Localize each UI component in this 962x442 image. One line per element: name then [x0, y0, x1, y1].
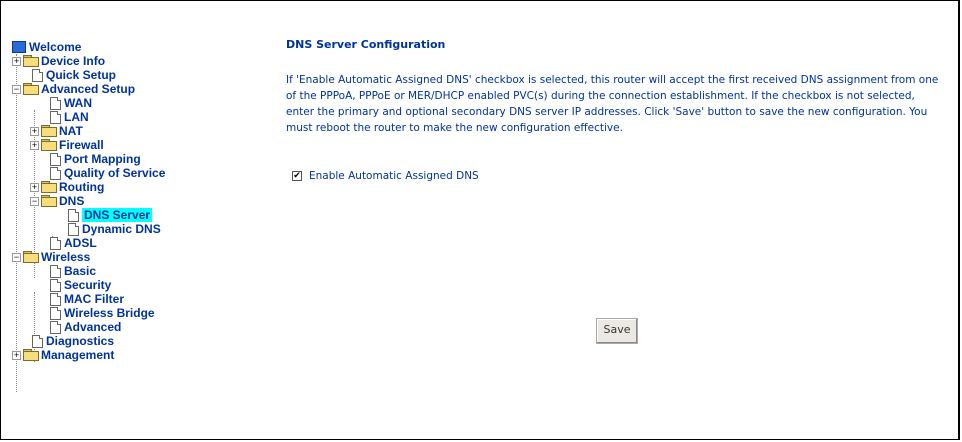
tree-item-label: Basic — [64, 264, 97, 278]
document-icon — [50, 110, 61, 124]
tree-item-label: Advanced Setup — [41, 82, 136, 96]
tree-item-label: Quick Setup — [46, 68, 117, 82]
tree-item-label: Port Mapping — [64, 152, 141, 166]
expand-plus-icon[interactable]: + — [30, 126, 39, 136]
tree-item-lan[interactable]: LAN — [50, 110, 89, 124]
tree-item-label: LAN — [64, 110, 89, 124]
page-description: If 'Enable Automatic Assigned DNS' check… — [286, 74, 939, 134]
enable-auto-dns-option[interactable]: ✔ Enable Automatic Assigned DNS — [292, 170, 479, 182]
main-content: DNS Server Configuration If 'Enable Auto… — [286, 38, 938, 182]
tree-item-welcome[interactable]: Welcome — [12, 40, 81, 54]
tree-item-label: NAT — [59, 124, 83, 138]
tree-item-basic[interactable]: Basic — [50, 264, 96, 278]
tree-item-label: DNS — [59, 194, 85, 208]
tree-item-advanced[interactable]: Advanced — [50, 320, 121, 334]
document-icon — [50, 96, 61, 110]
document-icon — [32, 68, 43, 82]
tree-item-label: WAN — [64, 96, 92, 110]
tree-item-management[interactable]: + Management — [12, 348, 114, 362]
tree-item-firewall[interactable]: + Firewall — [30, 138, 104, 152]
tree-item-dns-server[interactable]: DNS Server — [68, 208, 153, 222]
tree-line — [16, 54, 17, 392]
document-icon — [50, 236, 61, 250]
tree-item-adsl[interactable]: ADSL — [50, 236, 97, 250]
tree-item-diagnostics[interactable]: Diagnostics — [32, 334, 114, 348]
tree-item-label: Dynamic DNS — [82, 222, 161, 236]
tree-item-wireless[interactable]: − Wireless — [12, 250, 90, 264]
document-icon — [50, 278, 61, 292]
tree-item-security[interactable]: Security — [50, 278, 111, 292]
expand-plus-icon[interactable]: + — [12, 56, 21, 66]
tree-item-port-mapping[interactable]: Port Mapping — [50, 152, 141, 166]
tree-item-routing[interactable]: + Routing — [30, 180, 104, 194]
tree-item-label: Quality of Service — [64, 166, 166, 180]
save-button[interactable]: Save — [596, 318, 638, 344]
tree-item-advanced-setup[interactable]: − Advanced Setup — [12, 82, 135, 96]
tree-item-label: Diagnostics — [46, 334, 115, 348]
tree-item-qos[interactable]: Quality of Service — [50, 166, 165, 180]
tree-item-dns[interactable]: − DNS — [30, 194, 84, 208]
open-folder-icon — [23, 83, 39, 95]
tree-item-label-selected: DNS Server — [82, 208, 153, 222]
computer-icon — [12, 41, 26, 53]
document-icon — [50, 264, 61, 278]
document-icon — [50, 320, 61, 334]
tree-item-quick-setup[interactable]: Quick Setup — [32, 68, 116, 82]
collapse-minus-icon[interactable]: − — [12, 252, 21, 262]
document-icon — [68, 208, 79, 222]
collapse-minus-icon[interactable]: − — [12, 84, 21, 94]
tree-item-label: Welcome — [29, 40, 82, 54]
tree-item-wan[interactable]: WAN — [50, 96, 92, 110]
expand-plus-icon[interactable]: + — [30, 140, 39, 150]
collapse-minus-icon[interactable]: − — [30, 196, 39, 206]
tree-item-nat[interactable]: + NAT — [30, 124, 83, 138]
tree-item-label: ADSL — [64, 236, 97, 250]
folder-icon — [23, 55, 39, 67]
folder-icon — [23, 349, 39, 361]
tree-item-label: Wireless Bridge — [64, 306, 155, 320]
document-icon — [50, 166, 61, 180]
open-folder-icon — [23, 251, 39, 263]
tree-item-label: Advanced — [64, 320, 122, 334]
tree-item-label: Routing — [59, 180, 105, 194]
document-icon — [32, 334, 43, 348]
expand-plus-icon[interactable]: + — [30, 182, 39, 192]
open-folder-icon — [41, 195, 57, 207]
document-icon — [50, 306, 61, 320]
tree-item-mac-filter[interactable]: MAC Filter — [50, 292, 124, 306]
tree-item-label: Firewall — [59, 138, 104, 152]
checkbox-label: Enable Automatic Assigned DNS — [309, 170, 479, 182]
tree-item-device-info[interactable]: + Device Info — [12, 54, 105, 68]
tree-item-label: Wireless — [41, 250, 91, 264]
document-icon — [68, 222, 79, 236]
tree-item-label: Device Info — [41, 54, 106, 68]
document-icon — [50, 152, 61, 166]
tree-item-label: Management — [41, 348, 115, 362]
document-icon — [50, 292, 61, 306]
expand-plus-icon[interactable]: + — [12, 350, 21, 360]
page-title: DNS Server Configuration — [286, 38, 446, 51]
tree-item-label: MAC Filter — [64, 292, 124, 306]
tree-item-wireless-bridge[interactable]: Wireless Bridge — [50, 306, 155, 320]
tree-item-label: Security — [64, 278, 112, 292]
folder-icon — [41, 125, 57, 137]
folder-icon — [41, 181, 57, 193]
enable-auto-dns-checkbox[interactable]: ✔ — [292, 171, 302, 181]
tree-item-dynamic-dns[interactable]: Dynamic DNS — [68, 222, 161, 236]
folder-icon — [41, 139, 57, 151]
